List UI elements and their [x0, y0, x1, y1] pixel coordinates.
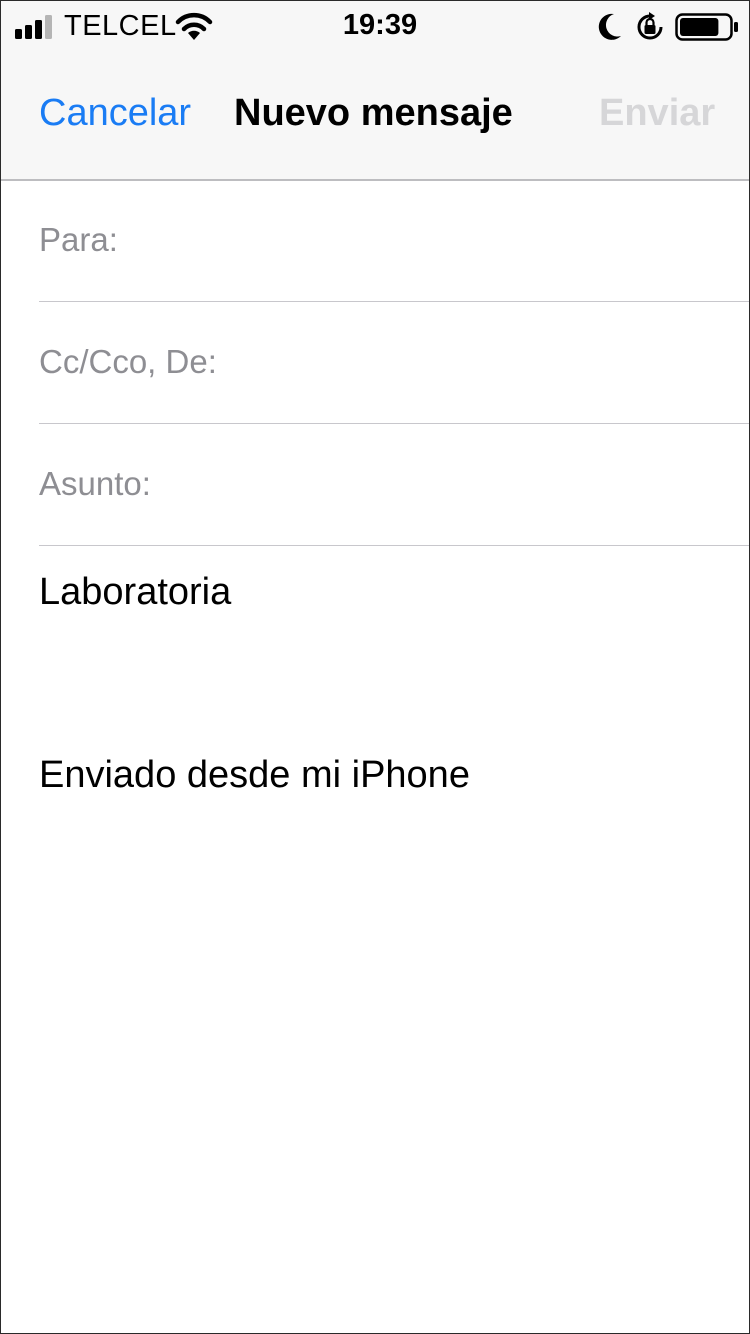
subject-field[interactable]: Asunto: — [39, 425, 749, 546]
battery-icon — [675, 13, 738, 41]
cc-bcc-from-label: Cc/Cco, De: — [39, 343, 217, 380]
rotation-lock-icon — [637, 12, 663, 40]
cancel-button[interactable]: Cancelar — [39, 92, 191, 135]
compose-screen: TELCEL 19:39 Cancelar Nuevo mensaje Envi… — [0, 0, 750, 1334]
moon-icon — [598, 13, 621, 40]
page-title: Nuevo mensaje — [234, 92, 513, 134]
to-label: Para: — [39, 221, 118, 258]
subject-label: Asunto: — [39, 465, 151, 502]
status-bar: TELCEL 19:39 — [1, 1, 749, 51]
cc-bcc-from-field[interactable]: Cc/Cco, De: — [39, 303, 749, 424]
message-signature[interactable]: Enviado desde mi iPhone — [39, 754, 470, 797]
message-body-text[interactable]: Laboratoria — [39, 571, 231, 614]
send-button[interactable]: Enviar — [599, 92, 715, 135]
top-bar: TELCEL 19:39 Cancelar Nuevo mensaje Envi… — [1, 1, 749, 181]
to-field[interactable]: Para: — [39, 181, 749, 302]
